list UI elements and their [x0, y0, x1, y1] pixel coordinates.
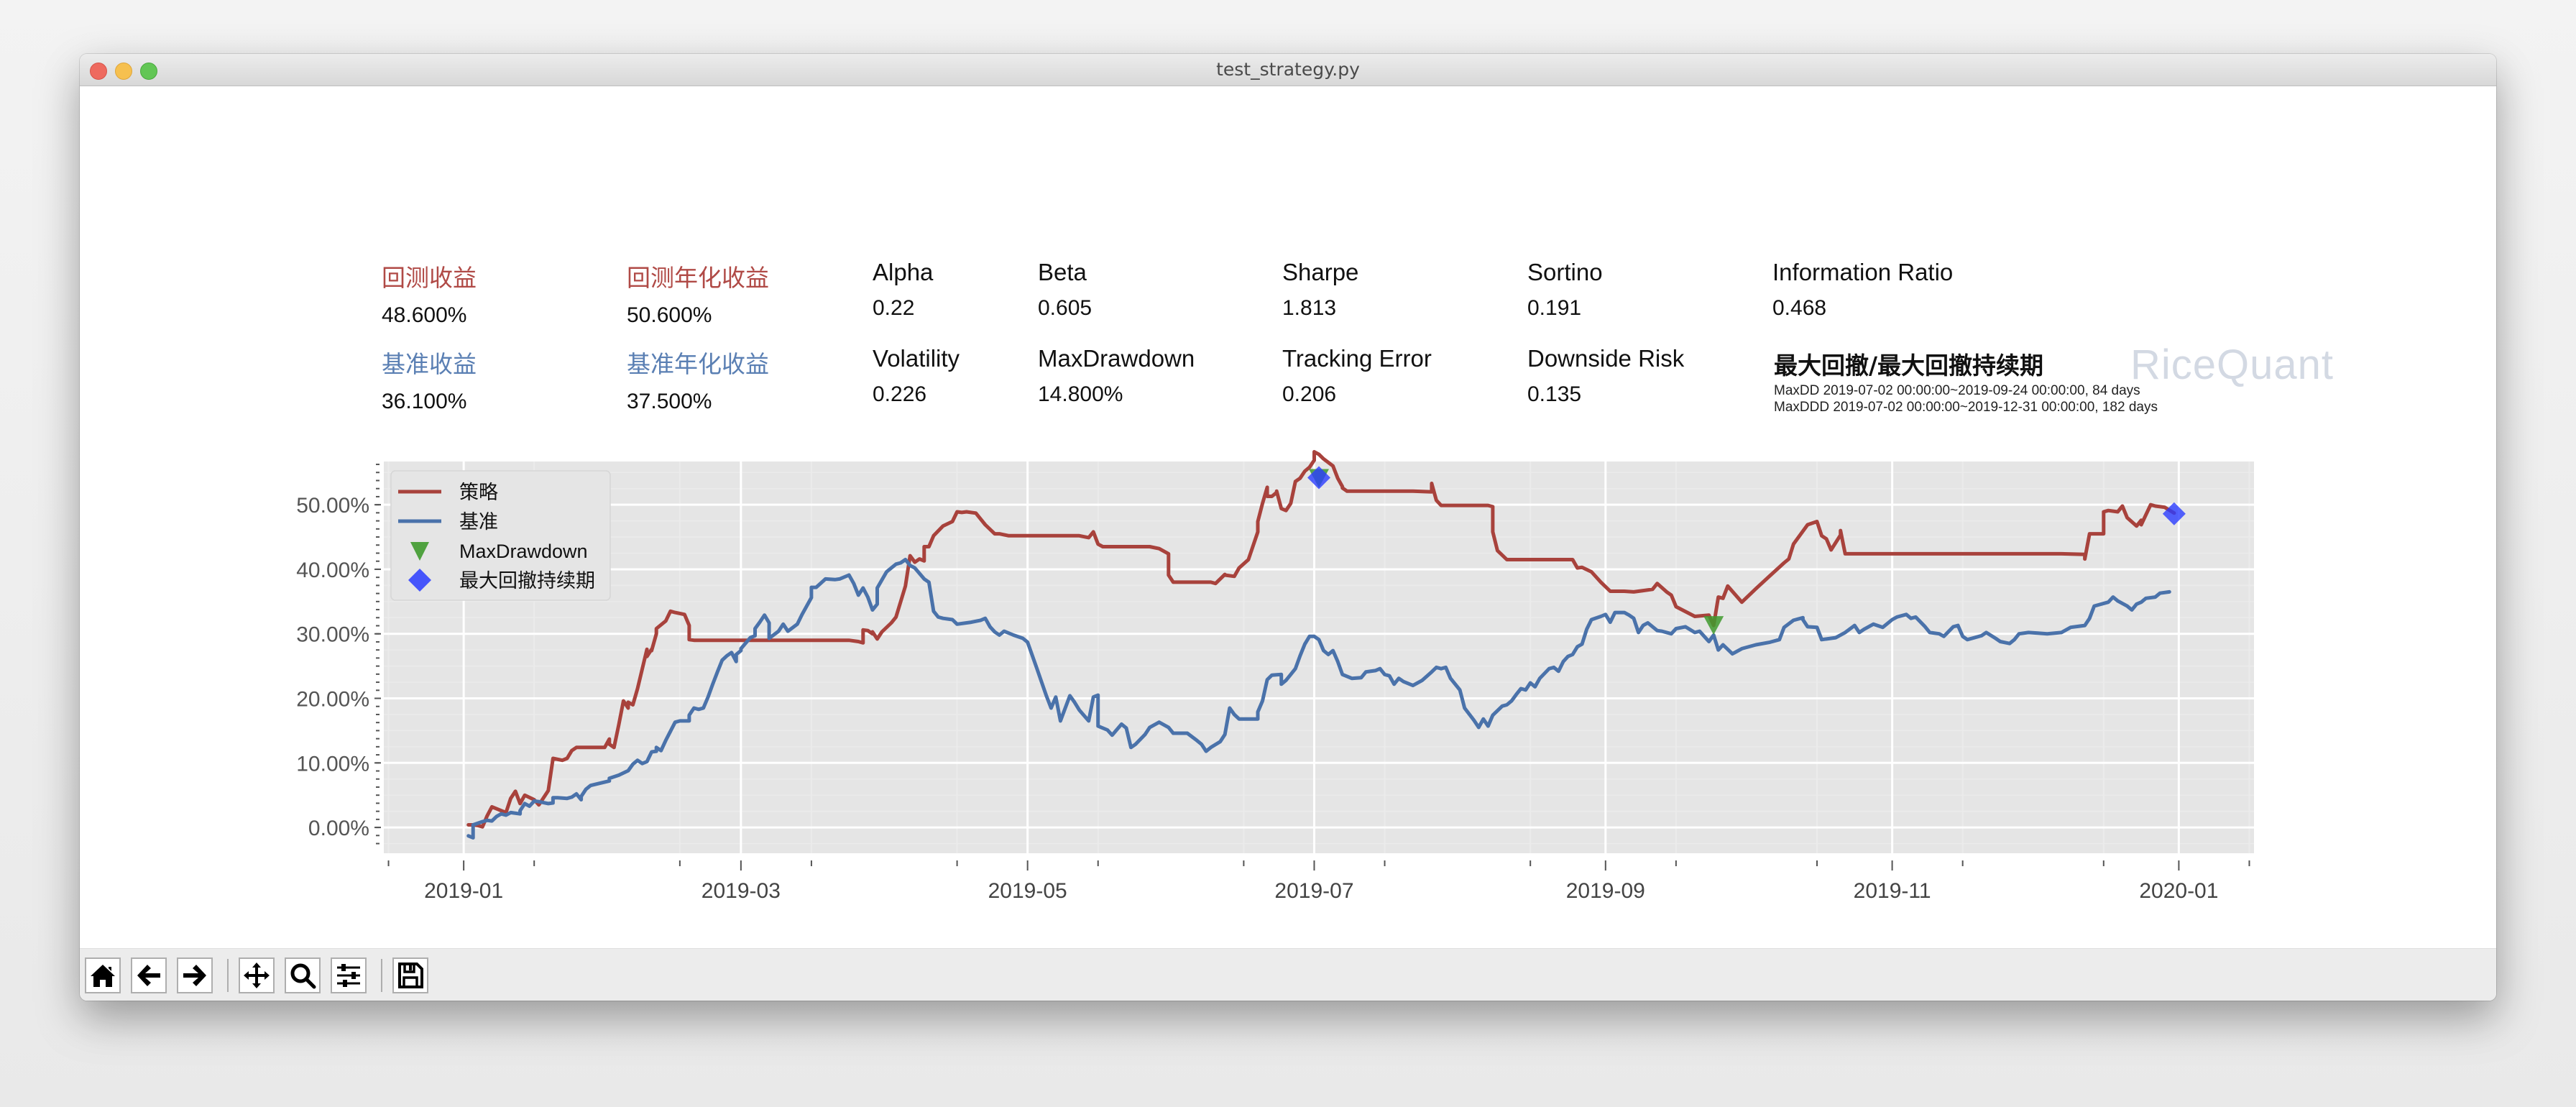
navigation-toolbar — [80, 948, 2496, 1001]
x-tick-label: 2019-11 — [1854, 879, 1931, 903]
save-button[interactable] — [392, 957, 428, 993]
home-icon — [91, 965, 115, 987]
y-tick-label: 30.00% — [296, 623, 369, 647]
home-button[interactable] — [85, 957, 121, 993]
legend-label: 策略 — [459, 482, 498, 503]
magnifier-icon — [290, 963, 316, 989]
x-tick-label: 2019-05 — [988, 879, 1067, 903]
x-tick-label: 2019-01 — [424, 879, 503, 903]
pan-button[interactable] — [239, 957, 275, 993]
floppy-disk-icon — [398, 963, 423, 988]
toolbar-separator — [227, 959, 229, 992]
back-button[interactable] — [131, 957, 167, 993]
window-title: test_strategy.py — [1216, 59, 1360, 80]
y-tick-label: 40.00% — [296, 559, 369, 582]
arrow-left-icon — [137, 965, 160, 986]
x-tick-label: 2019-09 — [1566, 879, 1645, 903]
legend-label: 最大回撤持续期 — [459, 570, 595, 592]
y-tick-label: 10.00% — [296, 752, 369, 776]
x-tick-label: 2019-03 — [702, 879, 781, 903]
arrow-right-icon — [183, 965, 206, 986]
title-bar: test_strategy.py — [80, 54, 2496, 86]
figure-canvas: 回测收益 48.600% 回测年化收益 50.600% Alpha 0.22 Beta 0.6… — [80, 86, 2496, 949]
x-tick-label: 2020-01 — [2139, 879, 2218, 903]
forward-button[interactable] — [177, 957, 213, 993]
y-tick-label: 20.00% — [296, 688, 369, 712]
configure-subplots-button[interactable] — [331, 957, 367, 993]
plot-area — [384, 461, 2254, 853]
x-tick-label: 2019-07 — [1274, 879, 1353, 903]
returns-chart: 0.00% 10.00% 20.00% 30.00% 40.00% 50.00% 2019-… — [296, 450, 2254, 903]
legend-label: MaxDrawdown — [459, 541, 588, 562]
chart-legend: 策略基准 MaxDrawdown 最大回撤持续期 — [390, 470, 611, 601]
zoom-button[interactable] — [285, 957, 321, 993]
sliders-icon — [337, 964, 360, 987]
legend-label: 基准 — [459, 511, 498, 533]
toolbar-separator — [381, 959, 382, 992]
app-window: test_strategy.py 回测收益 48.600% 回测年化收益 50.600… — [80, 54, 2496, 1001]
y-tick-label: 0.00% — [308, 817, 369, 840]
move-icon — [244, 963, 270, 988]
y-tick-label: 50.00% — [296, 494, 369, 518]
